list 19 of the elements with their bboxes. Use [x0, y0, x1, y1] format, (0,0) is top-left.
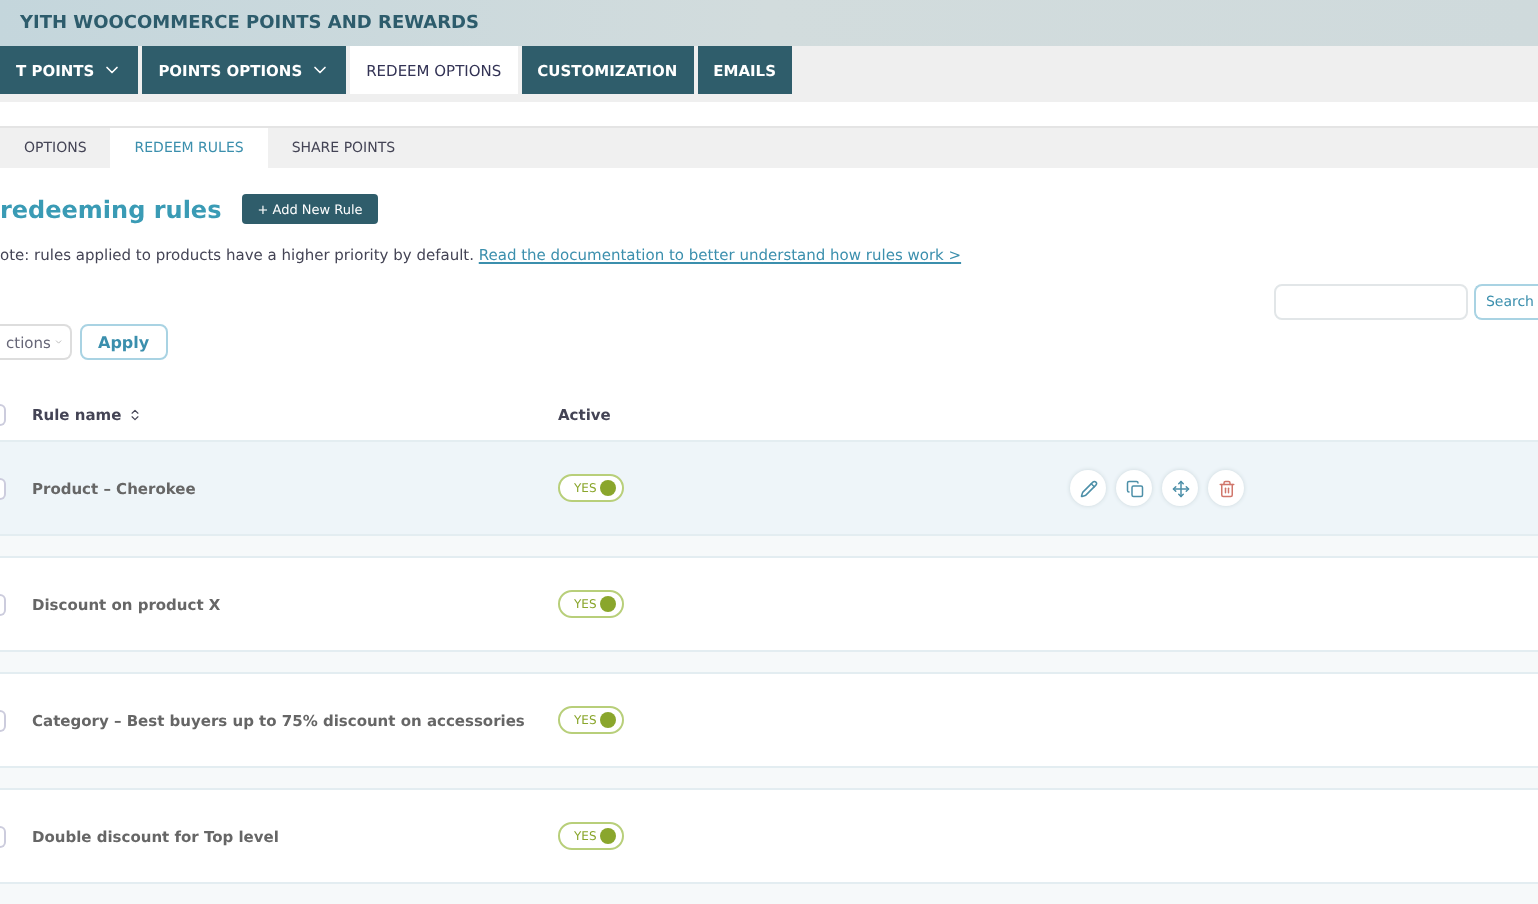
plugin-title: YITH WOOCOMMERCE POINTS AND REWARDS — [20, 13, 479, 34]
pencil-button[interactable] — [1070, 470, 1106, 506]
chevron-down-icon — [54, 334, 64, 350]
trash-icon — [1217, 479, 1235, 497]
move-icon — [1171, 479, 1189, 497]
pencil-icon — [1079, 479, 1097, 497]
row-checkbox[interactable] — [0, 593, 6, 615]
apply-button[interactable]: Apply — [80, 324, 168, 360]
sort-icon — [127, 407, 142, 421]
copy-button[interactable] — [1116, 470, 1152, 506]
copy-icon — [1125, 479, 1143, 497]
trash-button[interactable] — [1208, 470, 1244, 506]
search-field[interactable] — [1273, 284, 1468, 320]
move-button[interactable] — [1162, 470, 1198, 506]
row-checkbox[interactable] — [0, 709, 6, 731]
select-all-checkbox[interactable] — [0, 403, 6, 425]
row-checkbox[interactable] — [0, 825, 6, 847]
section-heading: redeeming rules — [0, 195, 222, 223]
row-checkbox[interactable] — [0, 477, 6, 499]
